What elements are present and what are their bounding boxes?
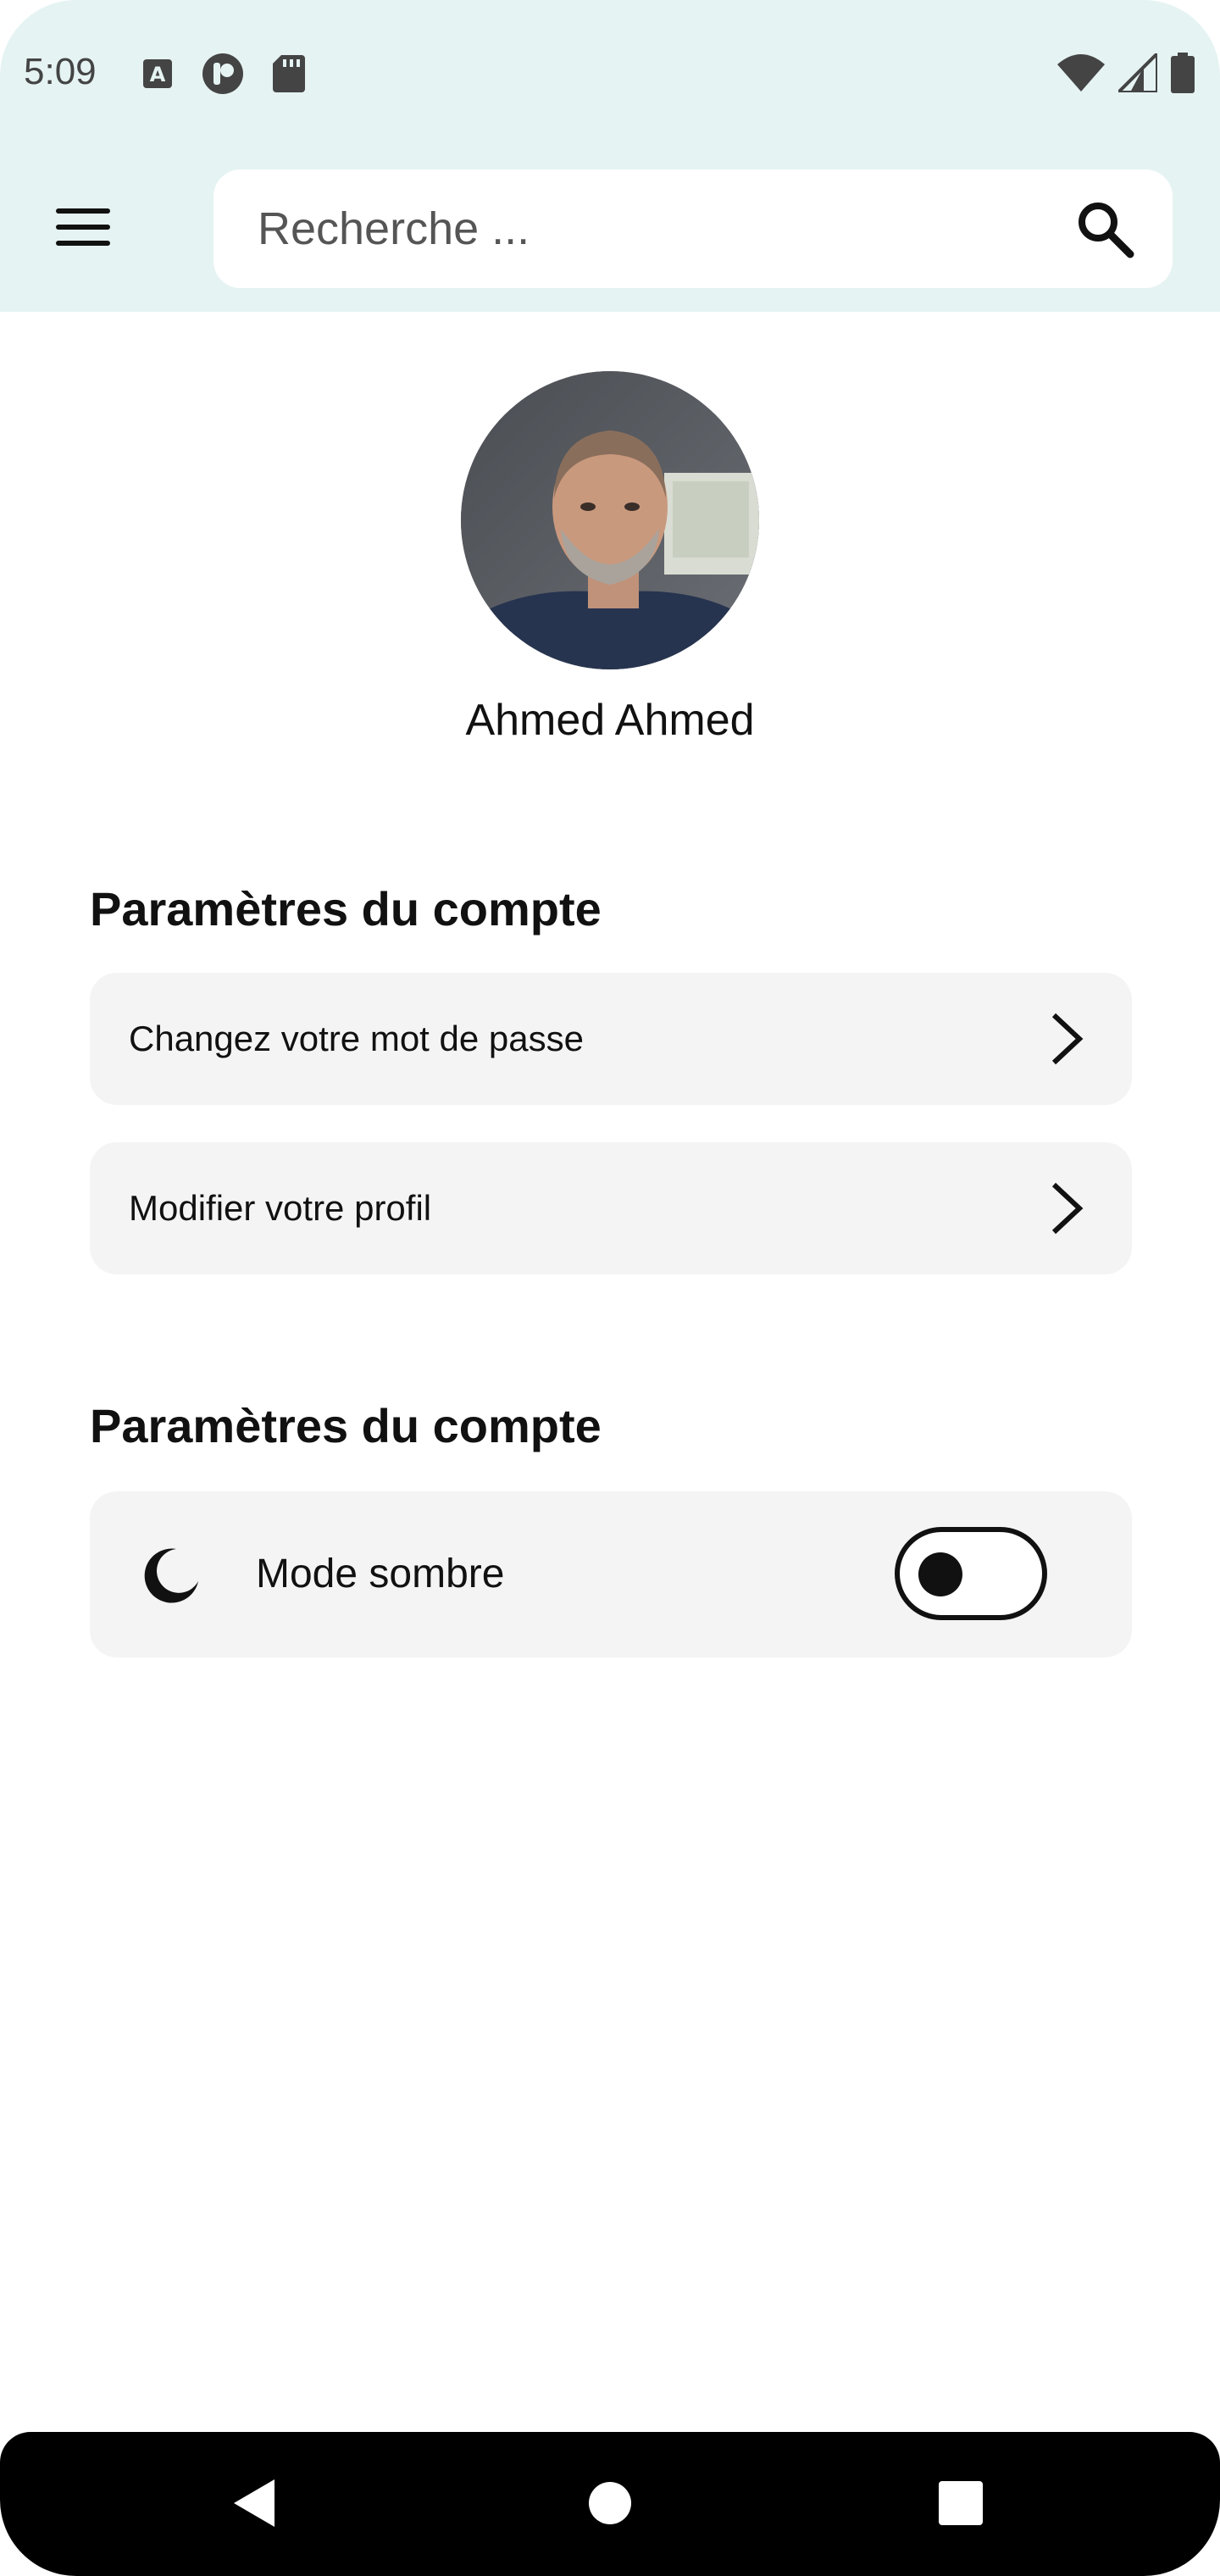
search-bar — [214, 169, 1173, 288]
status-time: 5:09 — [24, 51, 97, 92]
avatar-photo — [461, 371, 759, 669]
edit-profile-item[interactable]: Modifier votre profil — [90, 1142, 1132, 1274]
search-icon[interactable] — [1074, 198, 1135, 259]
dark-mode-toggle[interactable] — [895, 1527, 1047, 1620]
chevron-right-icon — [1051, 1013, 1084, 1065]
status-notification-icons: A — [142, 53, 305, 95]
search-input[interactable] — [258, 169, 1020, 288]
signal-icon — [1118, 53, 1157, 92]
hamburger-menu-icon[interactable] — [56, 208, 110, 246]
status-system-icons — [1057, 53, 1195, 93]
moon-icon — [144, 1548, 198, 1603]
sd-card-icon — [273, 55, 305, 92]
svg-text:A: A — [150, 63, 166, 86]
change-password-item[interactable]: Changez votre mot de passe — [90, 973, 1132, 1105]
recents-icon[interactable] — [939, 2481, 983, 2525]
status-bar: 5:09 A — [0, 0, 1220, 144]
wifi-icon — [1057, 54, 1105, 92]
dark-mode-label: Mode sombre — [256, 1552, 505, 1596]
toggle-knob — [918, 1552, 962, 1596]
chevron-right-icon — [1051, 1182, 1084, 1235]
user-name: Ahmed Ahmed — [465, 696, 755, 745]
change-password-label: Changez votre mot de passe — [129, 1019, 584, 1058]
edit-profile-label: Modifier votre profil — [129, 1188, 432, 1228]
keyboard-a-icon: A — [143, 59, 172, 88]
dark-mode-item: Mode sombre — [90, 1491, 1132, 1657]
system-nav-bar — [0, 2432, 1220, 2576]
section-title-display: Paramètres du compte — [90, 1399, 602, 1452]
back-icon[interactable] — [234, 2479, 274, 2527]
battery-icon — [1171, 53, 1195, 93]
home-icon[interactable] — [588, 2481, 632, 2525]
section-title-account: Paramètres du compte — [90, 882, 602, 935]
app-badge-icon — [202, 53, 243, 94]
avatar[interactable] — [461, 371, 759, 669]
